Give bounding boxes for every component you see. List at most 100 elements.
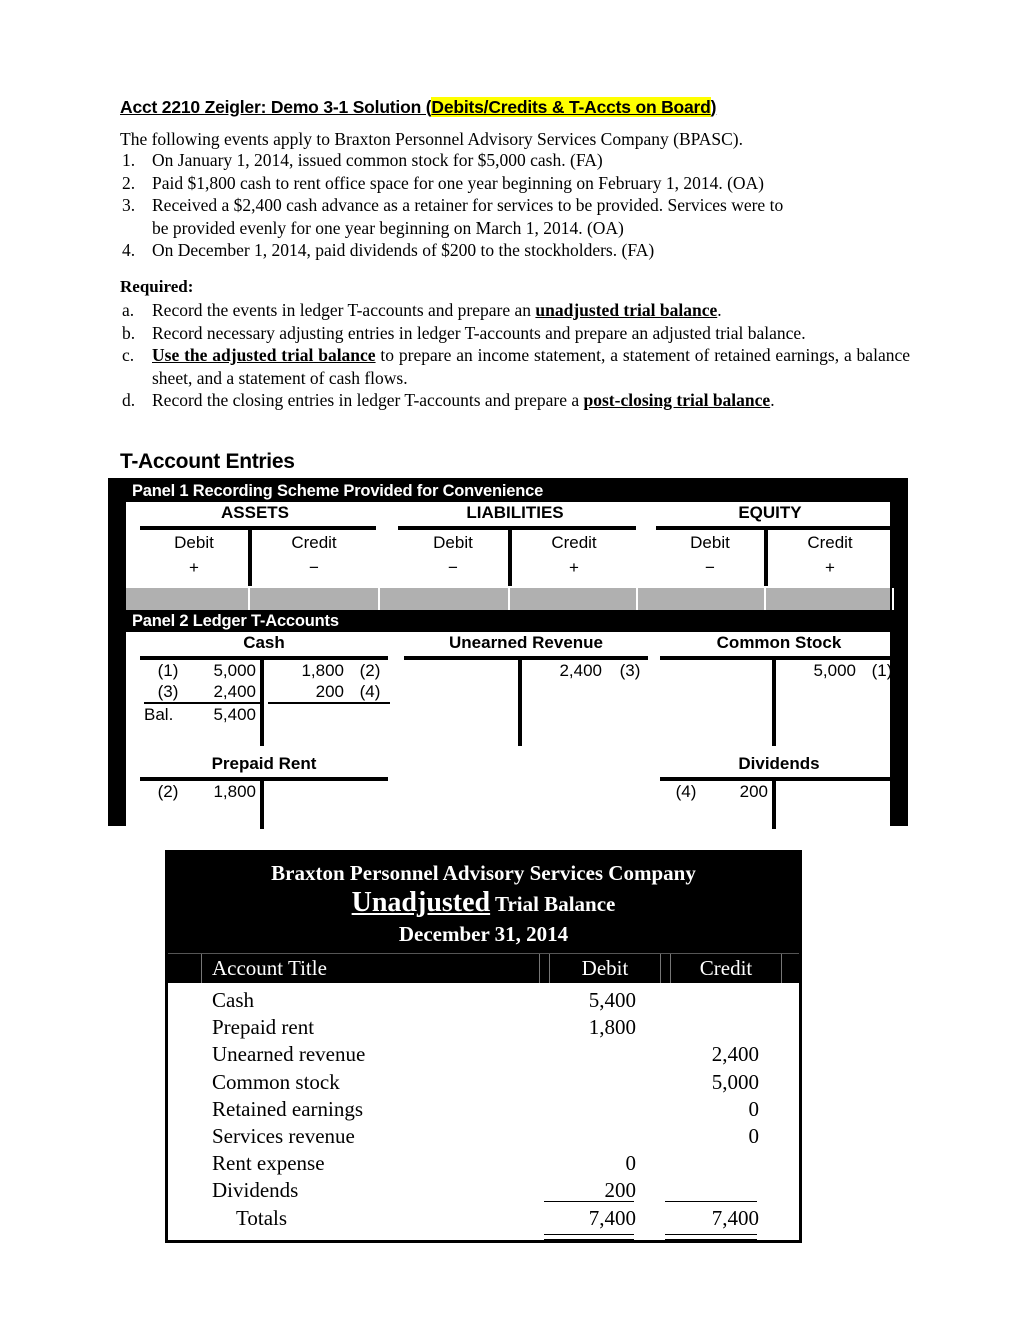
sign-credit: +	[569, 558, 579, 577]
sign-debit: −	[705, 558, 715, 577]
totals-debit: 7,400	[544, 1200, 636, 1241]
required-heading: Required:	[120, 277, 194, 296]
totals-debit-cell: 7,400	[544, 1200, 660, 1241]
t-entry-ref: (2)	[157, 782, 179, 801]
panel-2-ledger: Cash (1) 5,000 (3) 2,400 Bal. 5,400 1,80…	[126, 632, 898, 836]
t-balance-amount: 5,400	[213, 705, 256, 724]
column-header-credit: Credit	[699, 956, 753, 980]
table-row: Retained earnings 0	[168, 1096, 799, 1123]
row-gap	[660, 1096, 671, 1123]
t-entry-amount: 5,000	[213, 661, 256, 680]
row-gap	[660, 1205, 671, 1232]
list-item-text: Record the events in ledger T-accounts a…	[152, 300, 536, 320]
statement-title-emphasis: Unadjusted	[351, 887, 491, 918]
list-item: c. Use the adjusted trial balance to pre…	[120, 344, 910, 389]
panel-separator-bar	[126, 588, 894, 610]
t-entry-ref: (1)	[157, 661, 179, 680]
list-item-text-continued: be provided evenly for one year beginnin…	[152, 217, 624, 238]
row-credit	[671, 1014, 781, 1041]
row-spacer	[168, 987, 202, 1014]
column-header-account-title: Account Title	[212, 956, 327, 980]
list-item-number: 1.	[122, 150, 136, 170]
list-item-text: On January 1, 2014, issued common stock …	[152, 150, 603, 170]
list-item-text-post: .	[770, 390, 775, 411]
list-item: b. Record necessary adjusting entries in…	[120, 322, 910, 345]
row-spacer	[168, 1123, 202, 1150]
panel-1-scheme: ASSETS Debit + Credit − LIABILITIES Debi…	[126, 502, 892, 588]
t-entry-amount: 5,000	[813, 661, 856, 680]
totals-credit-cell: 7,400	[665, 1200, 781, 1241]
t-account-cash-title: Cash	[243, 633, 285, 652]
trial-balance-header: Braxton Personnel Advisory Services Comp…	[168, 853, 799, 953]
table-row: Common stock 5,000	[168, 1069, 799, 1096]
list-item: a. Record the events in ledger T-account…	[120, 299, 910, 322]
row-gap	[781, 1150, 799, 1177]
label-debit: Debit	[433, 533, 473, 552]
scheme-group-liabilities-label: LIABILITIES	[466, 503, 564, 522]
column-gap	[781, 954, 799, 983]
row-gap	[781, 1205, 799, 1232]
scheme-liabilities-debit: Debit −	[398, 530, 508, 580]
row-account: Dividends	[212, 1178, 299, 1203]
table-body: Cash 5,400 Prepaid rent 1,800 Unearned r…	[168, 983, 799, 1241]
list-item-number: 2.	[122, 172, 136, 193]
row-gap	[539, 1014, 550, 1041]
t-account-dividends-title: Dividends	[738, 754, 820, 773]
list-item-text-post: .	[717, 300, 722, 320]
t-account-block: Panel 1 Recording Scheme Provided for Co…	[108, 478, 908, 836]
scheme-group-equity-label: EQUITY	[738, 503, 802, 522]
table-row: Cash 5,400	[168, 987, 799, 1014]
t-entry-amount: 2,400	[559, 661, 602, 680]
intro-paragraph: The following events apply to Braxton Pe…	[120, 129, 743, 149]
list-item: 1. On January 1, 2014, issued common sto…	[120, 149, 920, 172]
panel-1-bar: Panel 1 Recording Scheme Provided for Co…	[110, 480, 906, 502]
page-title-plain: Acct 2210 Zeigler: Demo 3-1 Solution (	[120, 97, 432, 117]
row-debit: 0	[625, 1151, 637, 1176]
emphasis-term: post-closing trial balance	[583, 390, 771, 411]
totals-label: Totals	[236, 1205, 288, 1230]
table-column-headers: Account Title Debit Credit	[168, 953, 799, 983]
scheme-equity-credit: Credit +	[768, 530, 892, 580]
row-gap	[660, 987, 671, 1014]
row-gap	[781, 1123, 799, 1150]
row-account: Common stock	[212, 1069, 340, 1094]
t-entry-ref: (3)	[157, 682, 179, 701]
t-entry-amount: 200	[315, 682, 344, 701]
document-page: Acct 2210 Zeigler: Demo 3-1 Solution ( De…	[0, 0, 1020, 1320]
list-item: d. Record the closing entries in ledger …	[120, 389, 910, 412]
label-credit: Credit	[807, 533, 853, 552]
statement-title-rest: Trial Balance	[490, 892, 616, 916]
label-credit: Credit	[291, 533, 337, 552]
row-gap	[660, 1069, 671, 1096]
row-credit: 0	[748, 1124, 760, 1149]
list-item: 3. Received a $2,400 cash advance as a r…	[120, 194, 920, 239]
scheme-group-assets-label: ASSETS	[220, 503, 290, 522]
section-heading-t-account-entries: T-Account Entries	[120, 450, 295, 473]
list-item-text: Record necessary adjusting entries in le…	[152, 322, 806, 343]
panel-2-bar: Panel 2 Ledger T-Accounts	[110, 610, 906, 632]
page-title: Acct 2210 Zeigler: Demo 3-1 Solution (De…	[120, 97, 920, 118]
t-account-total-rule	[268, 702, 390, 704]
list-item-text: Record the closing entries in ledger T-a…	[152, 390, 584, 411]
row-spacer	[168, 1096, 202, 1123]
row-gap	[781, 1041, 799, 1068]
row-credit	[671, 1150, 781, 1177]
row-gap	[539, 1041, 550, 1068]
emphasis-term: unadjusted trial balance	[535, 300, 718, 320]
sign-debit: +	[189, 558, 199, 577]
column-gap	[660, 954, 671, 983]
table-row: Unearned revenue 2,400	[168, 1041, 799, 1068]
row-account: Prepaid rent	[212, 1015, 315, 1040]
t-account-divider	[260, 779, 264, 829]
row-gap	[781, 1096, 799, 1123]
list-item: 4. On December 1, 2014, paid dividends o…	[120, 239, 920, 262]
unadjusted-trial-balance-table: Braxton Personnel Advisory Services Comp…	[165, 850, 802, 1243]
row-gap	[781, 1177, 799, 1204]
row-gap	[781, 987, 799, 1014]
row-spacer	[168, 1014, 202, 1041]
list-item-number: 4.	[122, 240, 136, 261]
t-entry-amount: 200	[739, 782, 768, 801]
totals-credit: 7,400	[665, 1200, 759, 1241]
label-credit: Credit	[551, 533, 597, 552]
row-credit: 5,000	[711, 1069, 759, 1094]
